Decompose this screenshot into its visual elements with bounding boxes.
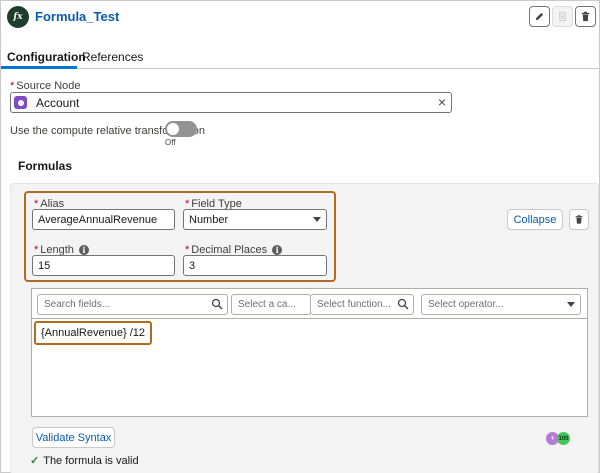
pencil-icon [535, 12, 544, 21]
formula-editor[interactable]: Search fields... Select a ca... Select f… [31, 288, 588, 417]
formula-editor-toolbar: Search fields... Select a ca... Select f… [32, 289, 587, 319]
source-node-input[interactable]: Account × [10, 92, 452, 113]
chevron-down-icon [567, 302, 575, 307]
info-icon[interactable]: i [78, 245, 89, 256]
operator-select[interactable]: Select operator... [421, 294, 581, 315]
active-tab-indicator [1, 66, 77, 69]
search-fields-input[interactable]: Search fields... [37, 294, 228, 315]
trash-icon [575, 215, 583, 224]
score-badge: 100 [557, 432, 570, 445]
category-placeholder: Select a ca... [238, 299, 296, 310]
copy-icon [559, 11, 566, 22]
tab-bar: Configuration References [1, 45, 599, 69]
relative-transform-toggle[interactable] [165, 121, 197, 137]
object-icon [14, 96, 27, 109]
info-icon[interactable]: i [272, 245, 283, 256]
panel-header: fx Formula_Test [1, 1, 599, 35]
alias-input[interactable]: AverageAnnualRevenue [32, 209, 175, 230]
source-node-label: * Source Node [10, 80, 81, 92]
search-icon [397, 298, 409, 310]
collapse-button[interactable]: Collapse [507, 209, 563, 230]
formulas-heading: Formulas [18, 159, 73, 173]
decimal-places-input[interactable]: 3 [183, 255, 327, 276]
category-select[interactable]: Select a ca... [231, 294, 311, 315]
checkmark-icon: ✓ [30, 455, 40, 467]
validate-syntax-button[interactable]: Validate Syntax [32, 427, 115, 448]
trash-icon [581, 11, 590, 22]
formula-logo-icon: fx [7, 6, 29, 28]
search-fields-placeholder: Search fields... [44, 299, 111, 310]
assistant-badges: + 100 [546, 432, 570, 445]
required-indicator: * [10, 80, 15, 92]
source-node-label-text: Source Node [16, 80, 81, 92]
delete-formula-button[interactable] [569, 209, 589, 230]
validation-status: ✓ The formula is valid [30, 454, 139, 467]
formula-node-panel: fx Formula_Test Configuration References… [0, 0, 600, 473]
source-node-value: Account [36, 96, 80, 110]
field-type-value: Number [189, 214, 229, 226]
function-search-input[interactable]: Select function... [310, 294, 414, 315]
clear-icon[interactable]: × [438, 94, 446, 110]
tab-references[interactable]: References [82, 50, 143, 64]
field-type-select[interactable]: Number [183, 209, 327, 230]
search-icon [211, 298, 223, 310]
node-title: Formula_Test [35, 9, 120, 24]
edit-button[interactable] [529, 6, 550, 27]
formula-expression[interactable]: {AnnualRevenue} /12 [34, 321, 152, 345]
tab-configuration[interactable]: Configuration [7, 50, 86, 64]
toggle-state-text: Off [165, 138, 176, 147]
operator-placeholder: Select operator... [428, 299, 504, 310]
toggle-knob [167, 123, 179, 135]
chevron-down-icon [313, 217, 321, 222]
delete-node-button[interactable] [575, 6, 596, 27]
length-input[interactable]: 15 [32, 255, 175, 276]
copy-button[interactable] [552, 6, 573, 27]
validation-message: The formula is valid [43, 455, 139, 467]
function-placeholder: Select function... [317, 299, 391, 310]
